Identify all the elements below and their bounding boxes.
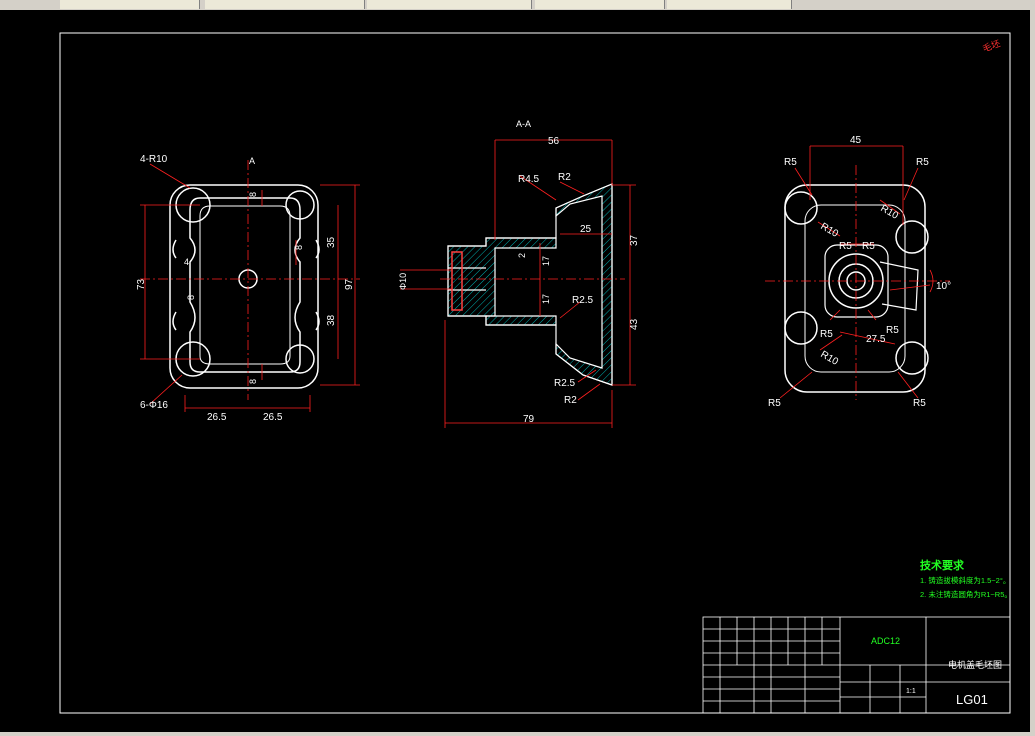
dim-label: 4-R10 (140, 154, 168, 165)
tab-2[interactable] (205, 0, 365, 9)
drawing-name: 电机盖毛坯图 (948, 659, 1002, 670)
drawing-number: LG01 (956, 692, 988, 707)
dim-label: R4.5 (518, 174, 540, 185)
dim-label: R5 (839, 241, 852, 252)
section-title: A-A (516, 119, 531, 129)
right-view (784, 184, 929, 393)
title-block-text: ADC12 电机盖毛坯图 LG01 1:1 (871, 636, 1002, 707)
tab-1[interactable] (60, 0, 200, 9)
dim-label: R2.5 (572, 295, 594, 306)
dim-label: 45 (850, 135, 862, 146)
dim-label: A (249, 156, 255, 166)
dim-label: 27.5 (866, 334, 886, 345)
dim-label: R5 (913, 398, 926, 409)
dim-label: R2 (558, 172, 571, 183)
dim-label: 8 (248, 192, 258, 197)
side-port (879, 261, 919, 311)
scale: 1:1 (906, 688, 916, 695)
window-right-edge (1030, 10, 1035, 732)
section-view (447, 183, 613, 386)
dim-label: 10° (936, 281, 951, 292)
dim-label: 4 (184, 257, 189, 267)
dim-label: 8 (186, 295, 196, 300)
dim-label: R5 (886, 325, 899, 336)
dim-label: R2 (564, 395, 577, 406)
dim-label: 25 (580, 224, 592, 235)
dim-label: 6-Φ16 (140, 400, 168, 411)
notes-item-1: 1. 铸造拔模斜度为1.5~2°。 (920, 575, 1010, 585)
dim-label: R2.5 (554, 378, 576, 389)
dim-label: 8 (294, 245, 304, 250)
status-bar (0, 732, 1035, 736)
drawing-canvas[interactable]: 毛坯 4-R10 A 8 8 35 73 97 4 8 38 8 6-Φ16 2… (0, 10, 1030, 732)
side-bump-l1 (172, 239, 177, 259)
material: ADC12 (871, 636, 900, 646)
dim-label: 43 (629, 318, 640, 330)
dim-label: 17 (541, 256, 551, 266)
technical-notes: 技术要求 1. 铸造拔模斜度为1.5~2°。 2. 未注铸造圆角为R1~R5。 (920, 558, 1012, 599)
dim-label: Φ10 (398, 273, 408, 290)
left-view (169, 184, 320, 389)
dim-label: 38 (326, 314, 337, 326)
dim-label: R5 (820, 329, 833, 340)
inner-outline (189, 197, 301, 373)
dim-label: 8 (248, 379, 258, 384)
dim-label: 2 (517, 253, 527, 258)
dim-label: 97 (344, 278, 355, 290)
cad-drawing: 毛坯 4-R10 A 8 8 35 73 97 4 8 38 8 6-Φ16 2… (59, 32, 1012, 714)
dim-label: R10 (819, 221, 841, 240)
dim-label: R5 (862, 241, 875, 252)
dim-label: 35 (326, 236, 337, 248)
notes-item-2: 2. 未注铸造圆角为R1~R5。 (920, 589, 1012, 599)
dim-label: R5 (784, 157, 797, 168)
dim-label: R5 (768, 398, 781, 409)
dim-label: 17 (541, 294, 551, 304)
boss-r1 (895, 220, 929, 254)
tab-3[interactable] (367, 0, 532, 9)
right-view-dims (765, 145, 950, 400)
inner-cavity (199, 205, 291, 365)
dim-label: 26.5 (263, 412, 283, 423)
dim-label: 56 (548, 136, 560, 147)
dim-label: 73 (136, 278, 147, 290)
boss-br (895, 341, 929, 375)
boss-bl (784, 311, 818, 345)
dim-label: 79 (523, 414, 535, 425)
notes-heading: 技术要求 (920, 558, 965, 572)
dim-label: R5 (916, 157, 929, 168)
stamp: 毛坯 (981, 37, 1002, 53)
tab-4[interactable] (535, 0, 665, 9)
side-bump-l2 (172, 311, 177, 331)
dim-label: 26.5 (207, 412, 227, 423)
dim-label: R10 (879, 203, 901, 222)
tab-5[interactable] (667, 0, 792, 9)
hatch-bottom (485, 315, 557, 326)
left-view-labels: 4-R10 A 8 8 35 73 97 4 8 38 8 6-Φ16 26.5… (136, 154, 355, 423)
dim-label: R10 (819, 349, 841, 368)
hatch-right (555, 183, 613, 386)
dim-label: 37 (629, 234, 640, 246)
